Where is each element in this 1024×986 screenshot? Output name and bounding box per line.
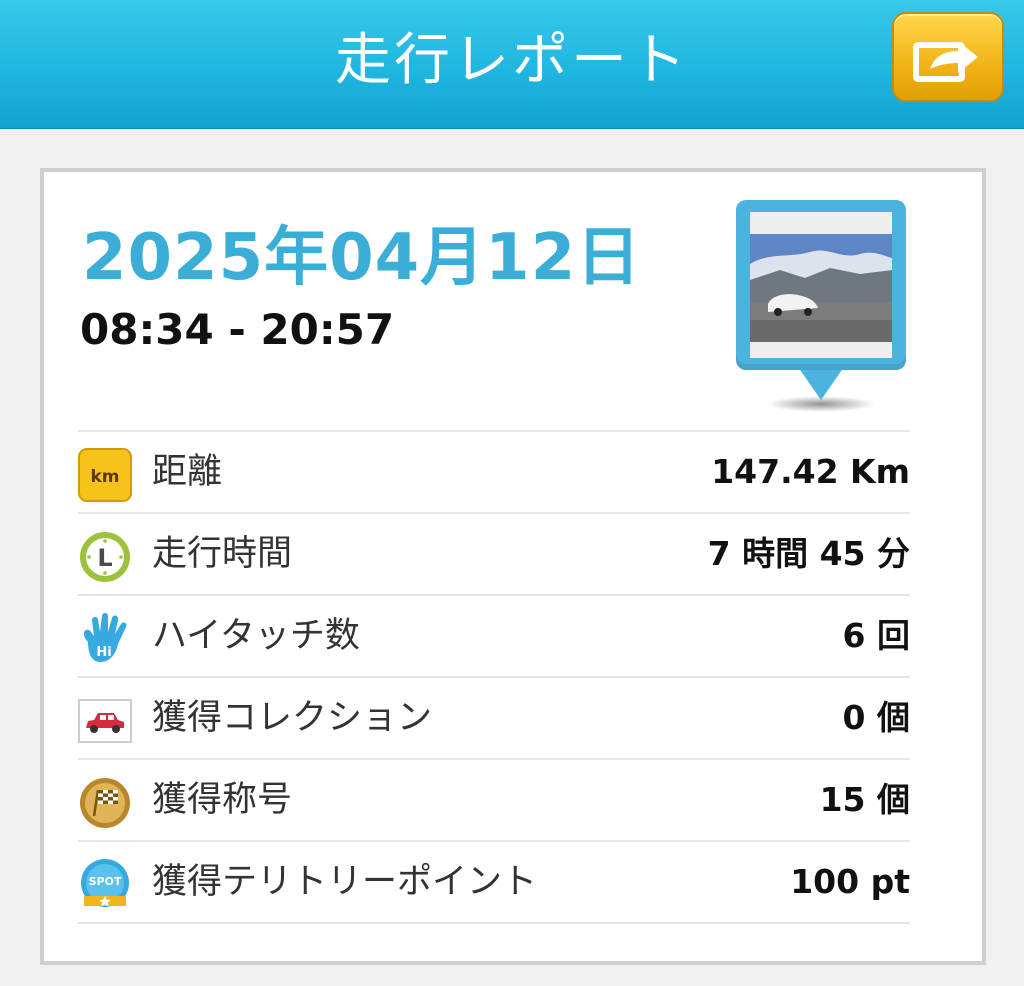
spot-icon: SPOT	[81, 859, 129, 907]
car-icon	[78, 699, 132, 743]
report-date: 2025年04月12日	[82, 221, 642, 295]
stat-row-drive-time: L 走行時間 7 時間 45 分	[78, 514, 910, 596]
stat-row-territory-points: SPOT 獲得テリトリーポイント 100 pt	[78, 842, 910, 924]
stat-label: 獲得コレクション	[152, 698, 433, 738]
stat-value: 147.42 Km	[711, 452, 910, 491]
stat-label: 獲得テリトリーポイント	[152, 862, 538, 902]
flag-badge-icon	[80, 778, 130, 828]
spot-icon-text: SPOT	[89, 875, 122, 888]
stat-value: 0 個	[842, 698, 910, 737]
clock-icon-text: L	[97, 544, 112, 572]
stats-list: km 距離 147.42 Km L 走行時間 7 時間 45 分 Hi ハイタッ…	[78, 430, 910, 924]
report-time-range: 08:34 - 20:57	[80, 305, 395, 354]
stat-row-titles: 獲得称号 15 個	[78, 760, 910, 842]
photo-pin-icon[interactable]	[736, 200, 906, 415]
clock-icon: L	[80, 532, 130, 582]
stat-label: 獲得称号	[152, 780, 293, 820]
km-icon: km	[78, 448, 132, 502]
trip-photo[interactable]	[750, 212, 892, 358]
hand-hi-icon-text: Hi	[96, 645, 111, 660]
stat-row-collection: 獲得コレクション 0 個	[78, 678, 910, 760]
report-card: 2025年04月12日 08:34 - 20:57 km 距離 147.42 K…	[40, 168, 986, 965]
stat-label: ハイタッチ数	[152, 616, 360, 656]
trip-photo-image	[750, 212, 892, 358]
page-title: 走行レポート	[335, 28, 689, 93]
stat-value: 100 pt	[790, 862, 910, 901]
share-export-icon	[913, 41, 978, 82]
km-icon-text: km	[90, 467, 119, 487]
stat-value: 7 時間 45 分	[707, 534, 910, 573]
stat-row-high-touch: Hi ハイタッチ数 6 回	[78, 596, 910, 678]
stat-value: 6 回	[842, 616, 910, 655]
stat-value: 15 個	[819, 780, 910, 819]
hand-hi-icon: Hi	[83, 613, 127, 662]
stat-label: 走行時間	[152, 534, 293, 574]
header-bar: 走行レポート	[0, 0, 1024, 129]
share-button[interactable]	[892, 12, 1004, 102]
stat-row-distance: km 距離 147.42 Km	[78, 432, 910, 514]
stat-label: 距離	[152, 452, 223, 492]
